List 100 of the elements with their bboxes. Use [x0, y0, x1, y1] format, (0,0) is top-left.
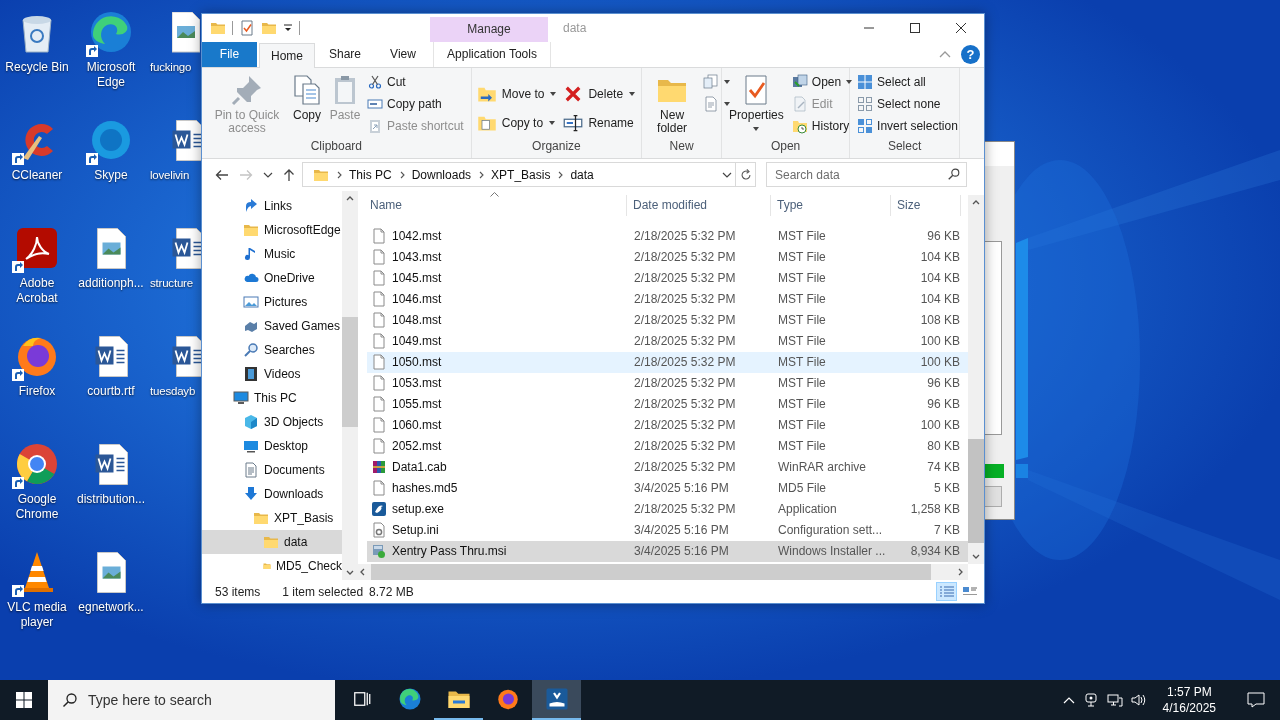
ribbon-button[interactable]: Rename [560, 108, 640, 138]
refresh-button[interactable] [736, 162, 756, 188]
ribbon-button[interactable]: Select all [854, 70, 961, 93]
file-row[interactable]: Setup.ini 3/4/2025 5:16 PM Configuration sett... 7 KB [367, 519, 968, 541]
file-row[interactable]: 1043.mst 2/18/2025 5:32 PM MST File 104 KB [367, 246, 968, 268]
column-header[interactable]: Name [364, 194, 627, 216]
file-row[interactable]: setup.exe 2/18/2025 5:32 PM Application 1,258 KB [367, 498, 968, 520]
file-icon [371, 354, 387, 371]
desktop-icon[interactable]: Recycle Bin [0, 2, 74, 75]
file-row[interactable]: 1049.mst 2/18/2025 5:32 PM MST File 100 KB [367, 330, 968, 352]
camera-icon[interactable] [1082, 692, 1099, 708]
scrollbar[interactable] [342, 190, 358, 581]
file-row[interactable]: 1050.mst 2/18/2025 5:32 PM MST File 100 KB [367, 351, 968, 373]
nav-item[interactable]: Pictures [202, 289, 342, 314]
nav-item[interactable]: 3D Objects [202, 409, 342, 434]
file-row[interactable]: 1042.mst 2/18/2025 5:32 PM MST File 96 KB [367, 225, 968, 247]
desktop-icon[interactable]: Firefox [0, 326, 74, 399]
file-row[interactable]: 1060.mst 2/18/2025 5:32 PM MST File 100 KB [367, 414, 968, 436]
taskbar-search-field[interactable]: Type here to search [48, 680, 335, 720]
file-row[interactable]: 1045.mst 2/18/2025 5:32 PM MST File 104 KB [367, 267, 968, 289]
speaker-icon[interactable] [1130, 692, 1147, 708]
scroll-up-icon[interactable] [346, 194, 354, 201]
notification-icon[interactable] [1247, 692, 1265, 708]
properties-icon[interactable] [239, 19, 255, 36]
column-header[interactable]: Type [771, 194, 891, 216]
ribbon-button[interactable]: Invert selection [854, 114, 961, 137]
breadcrumb[interactable]: This PC [349, 167, 392, 182]
ribbon-button[interactable]: Open [788, 70, 857, 93]
nav-item[interactable]: Music [202, 241, 342, 266]
file-row[interactable]: 2052.mst 2/18/2025 5:32 PM MST File 80 KB [367, 435, 968, 457]
clock-date: 4/16/2025 [1162, 700, 1216, 716]
ribbon-tab[interactable]: View [375, 41, 431, 67]
ribbon-button[interactable]: Copy path [364, 92, 467, 115]
scroll-down-icon[interactable] [972, 554, 980, 561]
ribbon-button[interactable]: Cut [364, 70, 467, 93]
file-row[interactable]: Xentry Pass Thru.msi 3/4/2025 5:16 PM Windows Installer ... 8,934 KB [367, 540, 968, 562]
nav-item[interactable]: Documents [202, 457, 342, 482]
network-icon[interactable] [1106, 692, 1123, 708]
column-header[interactable]: Date modified [627, 194, 771, 216]
nav-item[interactable]: Saved Games [202, 313, 342, 338]
desktop-icon[interactable]: CCleaner [0, 110, 74, 183]
file-row[interactable]: 1055.mst 2/18/2025 5:32 PM MST File 96 KB [367, 393, 968, 415]
nav-item[interactable]: MD5_Check [202, 553, 342, 578]
nav-item[interactable]: data [202, 529, 342, 554]
breadcrumb[interactable]: XPT_Basis [491, 167, 551, 182]
ribbon-button[interactable]: Select none [854, 92, 961, 115]
file-row[interactable]: 1053.mst 2/18/2025 5:32 PM MST File 96 KB [367, 372, 968, 394]
nav-item[interactable]: This PC [202, 385, 342, 410]
nav-item[interactable]: Videos [202, 361, 342, 386]
ribbon-tab[interactable]: Home [259, 42, 315, 68]
desktop-icon[interactable]: fuckingo [148, 2, 201, 75]
nav-item[interactable]: Searches [202, 337, 342, 362]
file-row[interactable]: hashes.md5 3/4/2025 5:16 PM MD5 File 5 KB [367, 477, 968, 499]
collapse-ribbon-icon[interactable] [939, 50, 951, 59]
search-field[interactable]: Search data [766, 162, 967, 188]
ribbon-button[interactable]: Copy to [473, 108, 561, 138]
desktop-icon[interactable]: additionph... [74, 218, 148, 291]
address-bar[interactable]: This PC Downloads XPT_Basis data [302, 162, 736, 188]
nav-item[interactable]: Desktop [202, 433, 342, 458]
desktop-icon[interactable]: egnetwork... [74, 542, 148, 615]
taskbar-button[interactable] [532, 680, 581, 720]
ribbon-button[interactable]: New folder [650, 70, 695, 138]
nav-item[interactable]: MicrosoftEdge [202, 217, 342, 242]
ribbon-button[interactable]: Delete [560, 79, 640, 109]
breadcrumb[interactable]: Downloads [411, 167, 472, 182]
scrollbar[interactable] [968, 194, 984, 565]
ribbon-tab[interactable]: File [202, 41, 257, 67]
clock[interactable]: 1:57 PM 4/16/2025 [1154, 684, 1224, 716]
breadcrumb[interactable]: data [570, 167, 594, 182]
scroll-up-icon[interactable] [972, 198, 980, 205]
desktop-icon[interactable]: Microsoft Edge [74, 2, 148, 90]
ribbon-button[interactable]: Properties [726, 70, 787, 136]
text-area[interactable] [985, 241, 1002, 435]
desktop-icon[interactable]: Google Chrome [0, 434, 74, 522]
desktop-icon[interactable]: courtb.rtf [74, 326, 148, 399]
dropdown-icon[interactable] [283, 22, 293, 33]
desktop-icon[interactable]: distribution... [74, 434, 148, 507]
chevron-up-icon[interactable] [1062, 696, 1075, 704]
ribbon-button[interactable]: Copy [288, 70, 326, 125]
ribbon-tab[interactable]: Share [315, 41, 375, 67]
ribbon-button[interactable]: Move to [473, 79, 561, 109]
file-row[interactable]: Data1.cab 2/18/2025 5:32 PM WinRAR archive 74 KB [367, 456, 968, 478]
nav-item[interactable]: OneDrive [202, 265, 342, 290]
desktop-icon[interactable]: VLC media player [0, 542, 74, 630]
desktop-icon[interactable]: Adobe Acrobat [0, 218, 74, 306]
column-header[interactable]: Size [891, 194, 961, 216]
file-row[interactable]: 1048.mst 2/18/2025 5:32 PM MST File 108 KB [367, 309, 968, 331]
nav-item[interactable]: Links [202, 193, 342, 218]
file-type: Application [777, 502, 838, 517]
nav-item[interactable]: XPT_Basis [202, 505, 342, 530]
scroll-down-icon[interactable] [346, 570, 354, 577]
nav-item[interactable]: Downloads [202, 481, 342, 506]
file-row[interactable]: 1046.mst 2/18/2025 5:32 PM MST File 104 KB [367, 288, 968, 310]
ribbon-button[interactable]: History [788, 114, 857, 137]
ribbon-tab[interactable]: Application Tools [433, 41, 551, 67]
file-type: MD5 File [777, 481, 827, 496]
scroll-thumb[interactable] [342, 316, 358, 427]
desktop-icon[interactable]: Skype [74, 110, 148, 183]
scroll-thumb[interactable] [968, 438, 984, 543]
help-button[interactable]: ? [961, 44, 980, 64]
